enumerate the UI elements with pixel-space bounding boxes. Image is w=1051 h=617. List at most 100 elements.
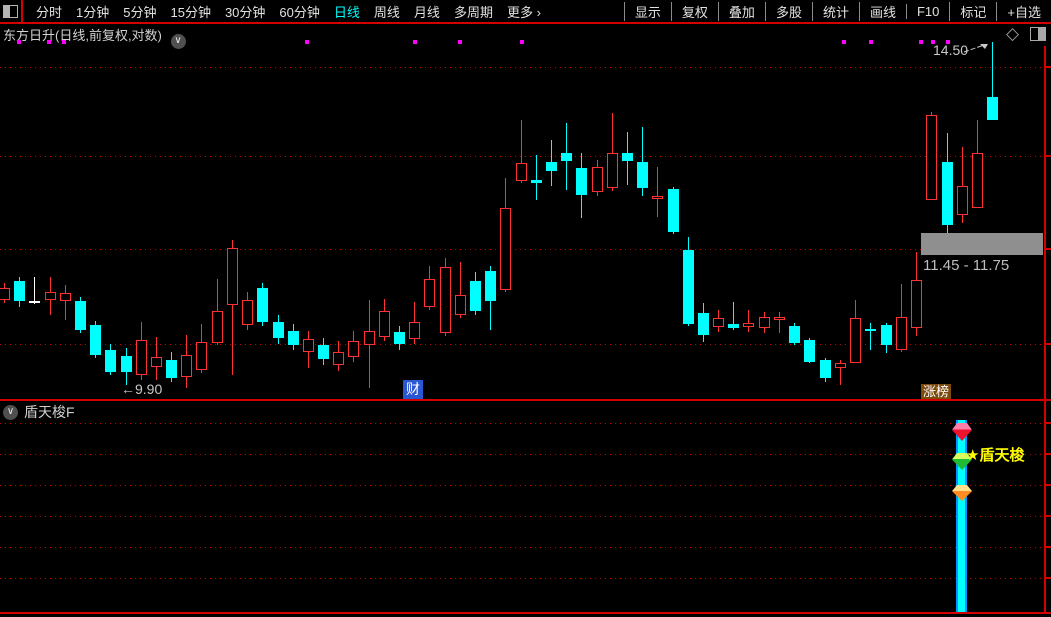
- high-arrow-icon: [963, 44, 988, 53]
- candle-wick: [65, 285, 66, 320]
- candle-body-down: [90, 325, 101, 355]
- candle-body-up: [652, 196, 663, 199]
- candle-body-down: [318, 345, 329, 359]
- candle-body-up: [592, 167, 603, 192]
- candle-body-up: [364, 331, 375, 345]
- candle-body-doji: [29, 301, 40, 303]
- candle-body-up: [835, 363, 846, 368]
- candle-body-up: [424, 279, 435, 307]
- candle-body-up: [379, 311, 390, 337]
- candle-body-down: [14, 281, 25, 301]
- candle-body-up: [60, 293, 71, 301]
- finance-hot-label[interactable]: 财: [403, 380, 423, 399]
- candle-body-down: [273, 322, 284, 338]
- grid-line-sub: [0, 485, 1043, 486]
- candle-body-down: [698, 313, 709, 335]
- candle-body-up: [926, 115, 937, 200]
- candle-body-down: [75, 301, 86, 330]
- candle-body-down: [804, 340, 815, 362]
- candle-body-down: [576, 168, 587, 195]
- axis-tick: [1046, 343, 1051, 345]
- axis-tick: [1046, 248, 1051, 250]
- grid-line: [0, 249, 1043, 250]
- candle-body-down: [881, 325, 892, 345]
- candle-body-up: [516, 163, 527, 181]
- marker-dot: [62, 40, 66, 44]
- right-price-axis: [1044, 46, 1046, 614]
- marker-dot: [413, 40, 417, 44]
- candle-body-down: [166, 360, 177, 378]
- candlestick-chart: [0, 0, 1051, 617]
- candle-body-up: [303, 339, 314, 352]
- candle-body-down: [470, 281, 481, 311]
- marker-dot: [305, 40, 309, 44]
- candle-body-down: [105, 350, 116, 372]
- candle-body-up: [212, 311, 223, 343]
- rank-list-label[interactable]: 涨榜: [921, 384, 952, 399]
- price-range-label: 11.45 - 11.75: [923, 257, 1010, 274]
- low-price-label: ←9.90: [121, 381, 163, 397]
- candle-wick: [779, 312, 780, 333]
- candle-body-down: [789, 326, 800, 343]
- axis-tick: [1046, 66, 1051, 68]
- grid-line-sub: [0, 516, 1043, 517]
- candle-wick: [870, 323, 871, 350]
- panel-divider[interactable]: [0, 399, 1051, 401]
- marker-dot: [458, 40, 462, 44]
- axis-tick: [1046, 422, 1051, 424]
- axis-tick: [1046, 577, 1051, 579]
- sub-panel-header[interactable]: ∨ 盾天梭F: [3, 402, 75, 422]
- candle-wick: [657, 167, 658, 217]
- candle-body-down: [561, 153, 572, 161]
- candle-body-up: [136, 340, 147, 375]
- candle-body-down: [485, 271, 496, 301]
- candle-body-up: [242, 300, 253, 325]
- candle-body-up: [181, 355, 192, 377]
- grid-line-sub: [0, 547, 1043, 548]
- candle-body-up: [45, 292, 56, 300]
- marker-dot: [47, 40, 51, 44]
- candle-body-down: [820, 360, 831, 378]
- axis-tick: [1046, 484, 1051, 486]
- candle-body-down: [257, 288, 268, 322]
- marker-dot: [520, 40, 524, 44]
- marker-dot: [869, 40, 873, 44]
- chevron-down-icon[interactable]: ∨: [3, 404, 18, 420]
- axis-tick: [1046, 515, 1051, 517]
- marker-dot: [842, 40, 846, 44]
- candle-body-up: [455, 295, 466, 315]
- candle-body-down: [394, 332, 405, 344]
- candle-body-down: [865, 329, 876, 331]
- candle-body-up: [227, 248, 238, 305]
- candle-body-up: [0, 288, 10, 300]
- candle-body-down: [987, 97, 998, 120]
- candle-body-down: [622, 153, 633, 161]
- candle-wick: [536, 155, 537, 200]
- candle-body-up: [440, 267, 451, 333]
- candle-body-up: [151, 357, 162, 367]
- bottom-border: [0, 612, 1051, 614]
- indicator-signal-label: ★盾天梭: [966, 447, 1025, 464]
- candle-body-up: [774, 317, 785, 320]
- candle-body-down: [288, 331, 299, 345]
- candle-body-up: [196, 342, 207, 370]
- candle-body-up: [348, 341, 359, 357]
- candle-body-up: [607, 153, 618, 188]
- axis-tick: [1046, 453, 1051, 455]
- candle-body-up: [409, 322, 420, 339]
- candle-body-up: [972, 153, 983, 208]
- sub-panel-title: 盾天梭F: [24, 404, 75, 420]
- candle-body-down: [728, 324, 739, 328]
- axis-tick: [1046, 546, 1051, 548]
- candle-body-down: [531, 180, 542, 183]
- candle-body-down: [637, 162, 648, 188]
- axis-tick: [1046, 155, 1051, 157]
- trading-app-window: 分时 1分钟 5分钟 15分钟 30分钟 60分钟 日线 周线 月线 多周期 更多 › 显示 复权 叠加…: [0, 0, 1051, 617]
- candle-body-up: [759, 317, 770, 328]
- candle-wick: [34, 277, 35, 304]
- price-range-box: [921, 233, 1043, 255]
- marker-dot: [919, 40, 923, 44]
- candle-body-down: [683, 250, 694, 324]
- candle-body-down: [121, 356, 132, 372]
- marker-dot: [17, 40, 21, 44]
